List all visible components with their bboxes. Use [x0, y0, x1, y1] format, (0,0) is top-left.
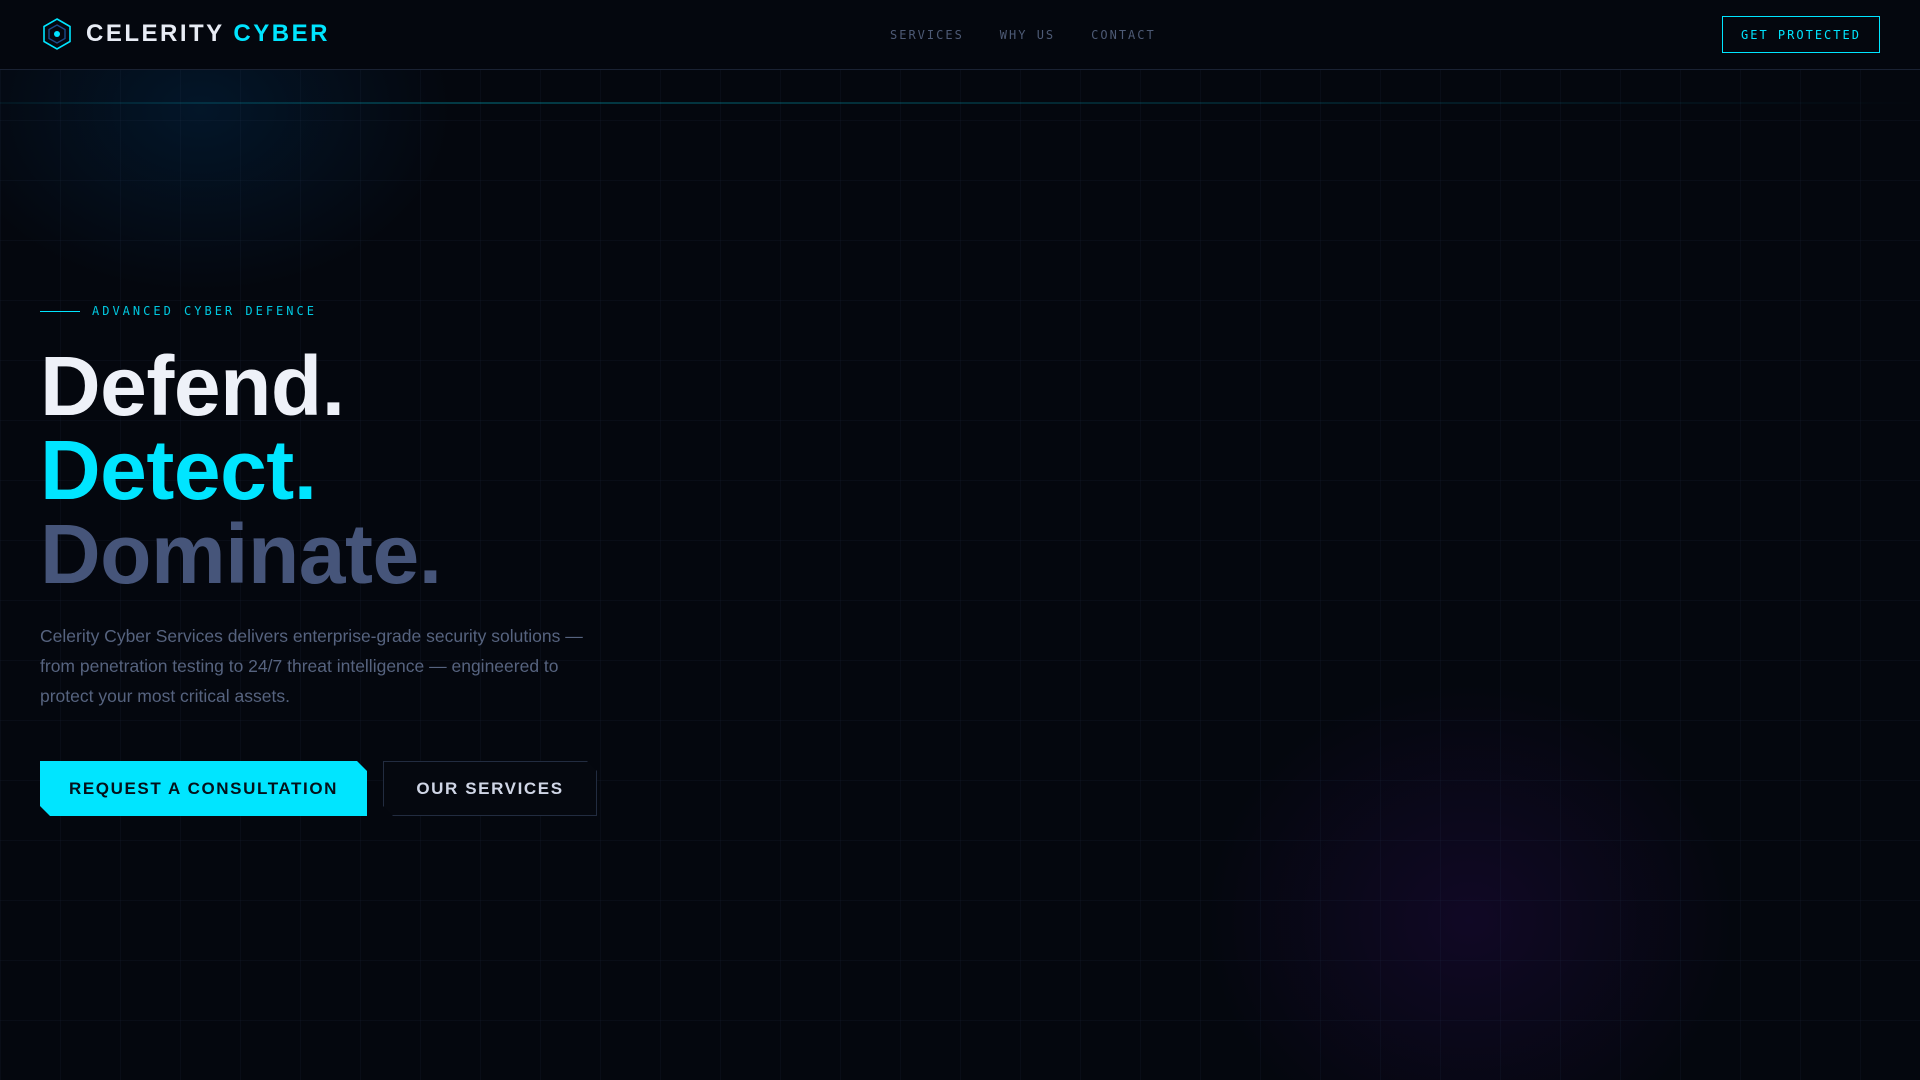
nav-services[interactable]: SERVICES: [890, 28, 964, 42]
main-nav: SERVICES WHY US CONTACT: [890, 28, 1156, 42]
nav-why-us[interactable]: WHY US: [1000, 28, 1055, 42]
hero-description: Celerity Cyber Services delivers enterpr…: [40, 626, 583, 706]
hero-headline: Defend. Detect. Dominate.: [40, 344, 442, 596]
request-consultation-button[interactable]: REQUEST A CONSULTATION: [40, 761, 367, 816]
eyebrow: ADVANCED CYBER DEFENCE: [40, 304, 317, 318]
eyebrow-divider: [40, 310, 80, 312]
headline-dominate: Dominate.: [40, 507, 442, 601]
get-protected-button[interactable]: GET PROTECTED: [1722, 16, 1880, 53]
scan-line: [0, 102, 1920, 104]
brand-name: CELERITY CYBER: [86, 20, 330, 48]
hexagon-logo-icon: [43, 18, 71, 50]
nav-contact[interactable]: CONTACT: [1091, 28, 1156, 42]
headline-detect: Detect.: [40, 423, 317, 517]
brand-part2: CYBER: [233, 20, 330, 47]
headline-defend: Defend.: [40, 339, 345, 433]
brand-part1: CELERITY: [86, 20, 225, 47]
eyebrow-text: ADVANCED CYBER DEFENCE: [92, 304, 317, 318]
site-header: CELERITY CYBER SERVICES WHY US CONTACT G…: [0, 0, 1920, 70]
our-services-button[interactable]: OUR SERVICES: [383, 761, 597, 816]
logo[interactable]: CELERITY CYBER: [40, 17, 330, 51]
